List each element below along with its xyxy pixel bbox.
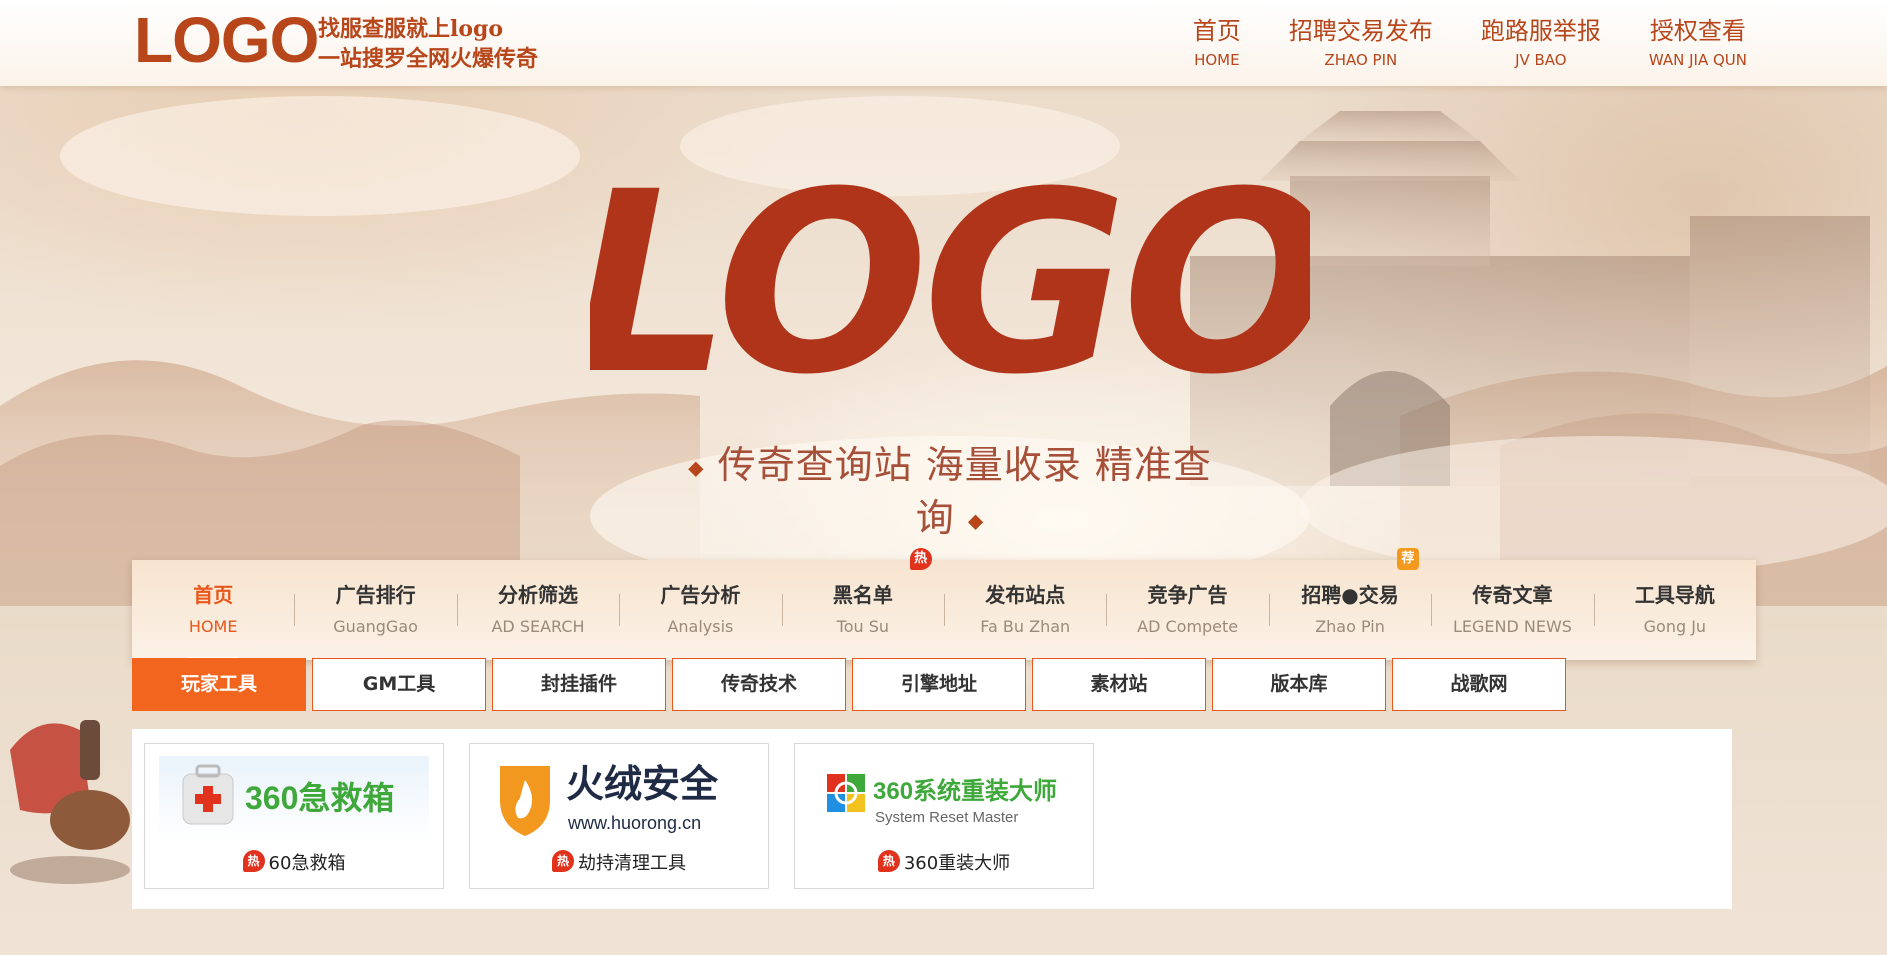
tab-version-library[interactable]: 版本库	[1212, 658, 1386, 711]
main-nav-ad-analysis[interactable]: 广告分析 Analysis	[619, 560, 781, 660]
hero-tagline-text: 传奇查询站 海量收录 精准查询	[717, 443, 1212, 540]
top-nav-home[interactable]: 首页 HOME	[1193, 16, 1241, 70]
tab-anti-cheat-plugins[interactable]: 封挂插件	[492, 658, 666, 711]
tab-legend-tech[interactable]: 传奇技术	[672, 658, 846, 711]
main-nav-ad-compete[interactable]: 竞争广告 AD Compete	[1106, 560, 1268, 660]
brand-logo[interactable]: LOGO	[134, 8, 319, 72]
hero-tagline: ◆ 传奇查询站 海量收录 精准查询 ◆	[680, 440, 1220, 545]
diamond-right-icon: ◆	[967, 508, 985, 532]
hot-badge: 热	[909, 548, 932, 570]
main-nav-ad-search[interactable]: 分析筛选 AD SEARCH	[456, 560, 619, 660]
hero-logo-text: LOGO	[590, 140, 1310, 420]
tool-label: 热劫持清理工具	[470, 850, 768, 877]
hot-icon: 热	[552, 850, 574, 872]
main-nav-legend-news[interactable]: 传奇文章 LEGEND NEWS	[1431, 560, 1593, 660]
main-nav-recruit-trade[interactable]: 荐 招聘●交易 Zhao Pin	[1268, 548, 1431, 660]
recommend-badge: 荐	[1396, 548, 1419, 570]
main-nav-ad-ranking[interactable]: 广告排行 GuangGao	[294, 560, 456, 660]
main-nav-tools[interactable]: 工具导航 Gong Ju	[1593, 560, 1756, 660]
tool-card-360-rescue[interactable]: 360急救箱 热 60急救箱	[144, 743, 444, 889]
top-nav: 首页 HOME 招聘交易发布 ZHAO PIN 跑路服举报 JV BAO 授权查…	[1145, 16, 1747, 70]
brand-slogan: 找服查服就上logo 一站搜罗全网火爆传奇	[318, 14, 538, 74]
main-nav-home[interactable]: 首页 HOME	[132, 560, 294, 660]
main-nav-publish-site[interactable]: 发布站点 Fa Bu Zhan	[944, 560, 1106, 660]
diamond-left-icon: ◆	[688, 455, 705, 480]
tool-logo-subtext: System Reset Master	[875, 809, 1019, 826]
tool-logo-text: 360系统重装大师	[873, 778, 1058, 805]
tab-zhange-net[interactable]: 战歌网	[1392, 658, 1566, 711]
hot-icon: 热	[877, 850, 900, 872]
tab-assets-site[interactable]: 素材站	[1032, 658, 1206, 711]
tab-gm-tools[interactable]: GM工具	[312, 658, 486, 711]
top-header: LOGO 找服查服就上logo 一站搜罗全网火爆传奇 首页 HOME 招聘交易发…	[0, 0, 1887, 86]
hot-icon: 热	[242, 850, 265, 872]
warrior-illustration	[10, 720, 130, 884]
tab-engine-address[interactable]: 引擎地址	[852, 658, 1026, 711]
top-nav-report[interactable]: 跑路服举报 JV BAO	[1481, 16, 1601, 70]
main-nav: 首页 HOME 广告排行 GuangGao 分析筛选 AD SEARCH 广告分…	[132, 548, 1756, 660]
tools-panel: 360急救箱 热 60急救箱 火绒安全 www.huorong.cn 热劫持清理工…	[132, 729, 1732, 909]
tool-logo-360-reset: 360系统重装大师 System Reset Master	[809, 756, 1079, 840]
tool-logo-subtext: www.huorong.cn	[568, 813, 702, 833]
slogan-line-1: 找服查服就上logo	[318, 16, 504, 42]
tool-label: 热 60急救箱	[145, 850, 443, 877]
tool-logo-360-rescue: 360急救箱	[159, 756, 429, 840]
tool-logo-huorong: 火绒安全 www.huorong.cn	[484, 756, 754, 840]
top-nav-recruit[interactable]: 招聘交易发布 ZHAO PIN	[1289, 16, 1433, 70]
tool-card-huorong[interactable]: 火绒安全 www.huorong.cn 热劫持清理工具	[469, 743, 769, 889]
main-nav-blacklist[interactable]: 热 黑名单 Tou Su	[781, 548, 944, 660]
tool-logo-text: 火绒安全	[566, 764, 719, 806]
tool-category-tabs: 玩家工具 GM工具 封挂插件 传奇技术 引擎地址 素材站 版本库 战歌网	[132, 658, 1572, 711]
slogan-line-2: 一站搜罗全网火爆传奇	[318, 46, 539, 72]
hero-logo: LOGO	[590, 140, 1310, 420]
tool-label: 热 360重装大师	[795, 850, 1093, 877]
tab-player-tools[interactable]: 玩家工具	[132, 658, 306, 711]
top-nav-authorization[interactable]: 授权查看 WAN JIA QUN	[1649, 16, 1747, 70]
tool-card-360-reset[interactable]: 360系统重装大师 System Reset Master 热 360重装大师	[794, 743, 1094, 889]
tool-logo-text: 360急救箱	[245, 780, 395, 816]
